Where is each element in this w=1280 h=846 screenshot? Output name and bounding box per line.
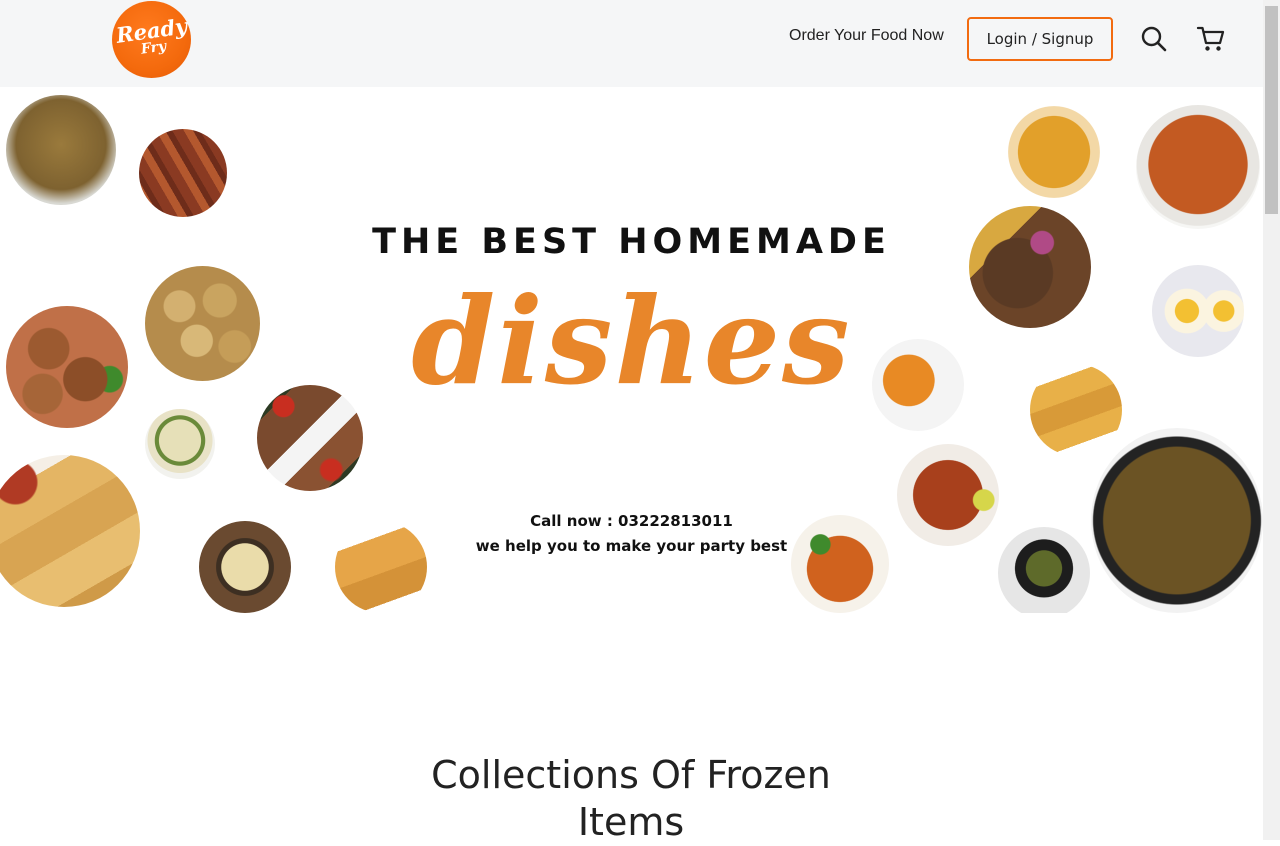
login-signup-button[interactable]: Login / Signup	[967, 17, 1113, 61]
cart-icon[interactable]	[1196, 24, 1226, 54]
hero-script-dishes: dishes	[411, 271, 852, 412]
vertical-scrollbar[interactable]	[1263, 0, 1280, 840]
order-food-link[interactable]: Order Your Food Now	[789, 27, 944, 45]
logo-text-fry: Fry	[139, 38, 168, 58]
ready-fry-logo[interactable]: Ready Fry	[112, 1, 191, 78]
hero-phone: Call now : 03222813011	[530, 512, 733, 530]
food-image-yellow-curry	[1008, 106, 1100, 198]
food-image-raita-bowl	[145, 409, 215, 479]
food-image-kheer-bowl	[199, 521, 291, 613]
food-image-keema-rice	[6, 95, 116, 205]
hero-banner: THE BEST HOMEMADE dishes Call now : 0322…	[0, 87, 1263, 613]
hero-tagline: we help you to make your party best	[475, 537, 788, 555]
scrollbar-thumb[interactable]	[1265, 6, 1278, 214]
food-image-samosa-plate	[0, 455, 140, 607]
food-image-chicken-karahi	[897, 444, 999, 546]
hero-title: THE BEST HOMEMADE	[372, 222, 891, 262]
site-header: Ready Fry Order Your Food Now Login / Si…	[0, 0, 1263, 87]
food-image-mini-samosas	[335, 521, 427, 613]
search-icon[interactable]	[1139, 24, 1169, 54]
section-title-frozen-items: Collections Of Frozen Items	[431, 753, 831, 844]
food-image-nihari-bowl	[1136, 105, 1260, 229]
food-image-seekh-kebab	[139, 129, 227, 217]
